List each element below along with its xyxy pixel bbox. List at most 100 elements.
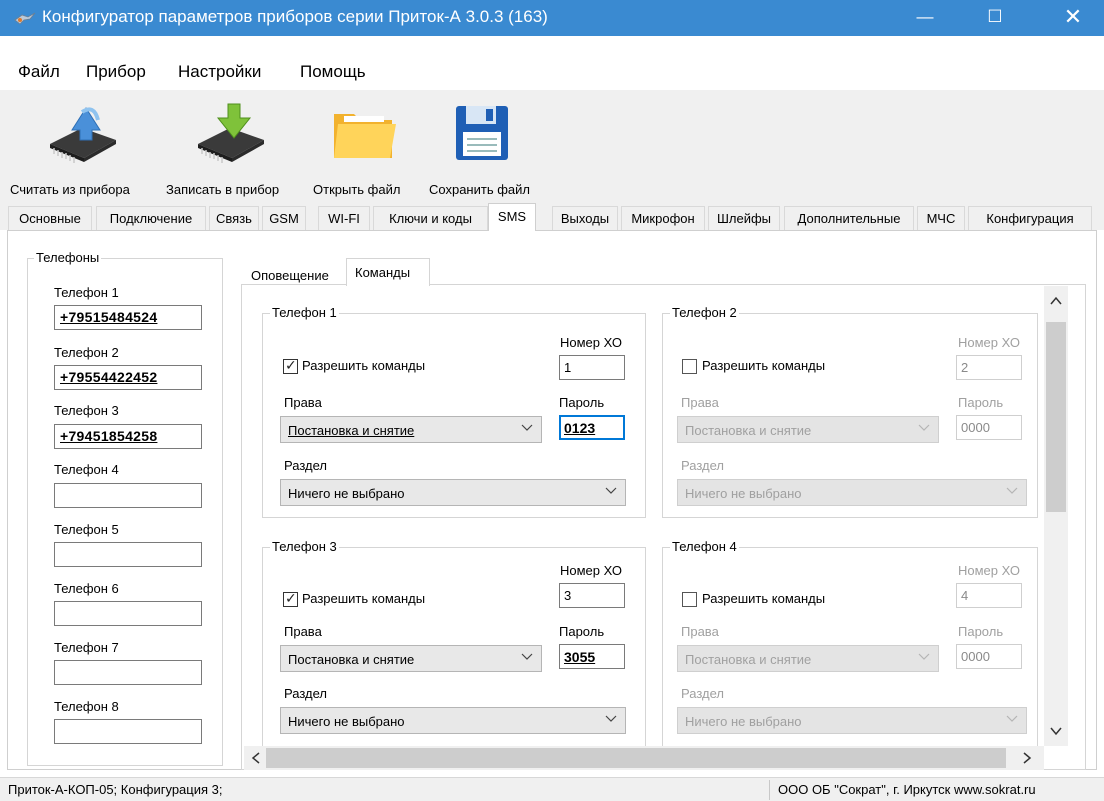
tab-configuration[interactable]: Конфигурация [968,206,1092,230]
section-select-4[interactable]: Ничего не выбрано [677,707,1027,734]
menu-bar [0,56,1104,90]
hx-number-input-2[interactable]: 2 [956,355,1022,380]
password-label-1: Пароль [559,395,605,410]
hx-label-1: Номер ХО [560,335,622,350]
allow-commands-label-1: Разрешить команды [302,358,426,373]
phone-2-input[interactable]: +79554422452 [54,365,202,390]
status-divider [769,780,770,800]
chevron-down-icon [521,424,533,431]
rights-label-3: Права [284,624,322,639]
scroll-left-icon[interactable] [249,751,263,765]
open-file-label: Открыть файл [313,182,401,197]
tab-gsm[interactable]: GSM [262,206,306,230]
tab-microphone[interactable]: Микрофон [621,206,705,230]
tab-additional[interactable]: Дополнительные [784,206,914,230]
rights-select-1[interactable]: Постановка и снятие [280,416,542,443]
close-button[interactable]: ✕ [1050,0,1096,36]
commands-phone-4-title: Телефон 4 [670,539,739,554]
read-from-device-button[interactable]: Считать из прибора [10,90,150,200]
phone-1-label: Телефон 1 [54,285,119,300]
phone-7-label: Телефон 7 [54,640,119,655]
phone-4-input[interactable] [54,483,202,508]
chevron-down-icon [918,653,930,660]
chevron-down-icon [918,424,930,431]
window-title: Конфигуратор параметров приборов серии П… [42,7,548,26]
tab-mchs[interactable]: МЧС [917,206,965,230]
phone-5-input[interactable] [54,542,202,567]
allow-commands-label-2: Разрешить команды [702,358,826,373]
section-value-3: Ничего не выбрано [288,714,405,729]
password-input-4[interactable]: 0000 [956,644,1022,669]
save-file-label: Сохранить файл [429,182,530,197]
save-file-button[interactable]: Сохранить файл [428,90,548,200]
phone-1-input[interactable]: +79515484524 [54,305,202,330]
password-input-2[interactable]: 0000 [956,415,1022,440]
rights-select-3[interactable]: Постановка и снятие [280,645,542,672]
phone-6-label: Телефон 6 [54,581,119,596]
tab-wifi[interactable]: WI-FI [318,206,370,230]
password-label-2: Пароль [958,395,1004,410]
hx-number-input-4[interactable]: 4 [956,583,1022,608]
tab-communication[interactable]: Связь [209,206,259,230]
phone-8-input[interactable] [54,719,202,744]
hx-number-input-1[interactable]: 1 [559,355,625,380]
section-value-4: Ничего не выбрано [685,714,802,729]
password-input-3[interactable]: 3055 [559,644,625,669]
minimize-button[interactable]: — [902,0,948,36]
subtab-commands[interactable]: Команды [355,265,410,280]
rights-select-2[interactable]: Постановка и снятие [677,416,939,443]
section-select-1[interactable]: Ничего не выбрано [280,479,626,506]
subtab-notifications[interactable]: Оповещение [251,268,329,283]
menu-settings[interactable]: Настройки [178,62,261,82]
scroll-right-icon[interactable] [1020,751,1034,765]
chevron-down-icon [1006,487,1018,494]
phone-2-label: Телефон 2 [54,345,119,360]
password-label-4: Пароль [958,624,1004,639]
allow-commands-checkbox-4[interactable] [682,592,697,607]
phone-4-label: Телефон 4 [54,462,119,477]
horizontal-scroll-thumb[interactable] [266,748,1006,768]
read-from-device-label: Считать из прибора [10,182,130,197]
horizontal-scrollbar[interactable] [244,746,1044,770]
vertical-scroll-thumb[interactable] [1046,322,1066,512]
tab-connection[interactable]: Подключение [96,206,206,230]
scroll-up-icon[interactable] [1049,294,1063,308]
phone-5-label: Телефон 5 [54,522,119,537]
hx-label-2: Номер ХО [958,335,1020,350]
open-file-button[interactable]: Открыть файл [310,90,420,200]
app-logo-icon [14,12,36,25]
allow-commands-checkbox-3[interactable] [283,590,298,607]
write-to-device-button[interactable]: Записать в прибор [158,90,298,200]
section-select-3[interactable]: Ничего не выбрано [280,707,626,734]
section-select-2[interactable]: Ничего не выбрано [677,479,1027,506]
folder-icon [334,114,396,158]
phone-6-input[interactable] [54,601,202,626]
rights-select-4[interactable]: Постановка и снятие [677,645,939,672]
scroll-down-icon[interactable] [1049,724,1063,738]
maximize-button[interactable]: ☐ [972,0,1018,36]
commands-phone-2-title: Телефон 2 [670,305,739,320]
password-input-1[interactable]: 0123 [559,415,625,440]
allow-commands-checkbox-1[interactable] [283,357,298,374]
chip-download-icon [198,103,264,163]
hx-number-input-3[interactable]: 3 [559,583,625,608]
tab-outputs[interactable]: Выходы [552,206,618,230]
phone-7-input[interactable] [54,660,202,685]
tab-main[interactable]: Основные [8,206,92,230]
write-to-device-label: Записать в прибор [166,182,280,197]
toolbar: Считать из прибора Записать в прибор Отк… [0,90,1104,200]
tab-loops[interactable]: Шлейфы [708,206,780,230]
chevron-down-icon [605,715,617,722]
vertical-scrollbar[interactable] [1044,286,1068,746]
rights-value-4: Постановка и снятие [685,652,812,667]
allow-commands-checkbox-2[interactable] [682,359,697,374]
tab-sms[interactable]: SMS [488,203,536,231]
tab-keys-codes[interactable]: Ключи и коды [373,206,488,230]
chip-upload-icon [50,107,116,163]
phone-3-input[interactable]: +79451854258 [54,424,202,449]
menu-file[interactable]: Файл [18,62,60,82]
commands-phone-1-title: Телефон 1 [270,305,339,320]
menu-help[interactable]: Помощь [300,62,366,82]
status-company-info: ООО ОБ "Сократ", г. Иркутск www.sokrat.r… [778,782,1036,797]
menu-device[interactable]: Прибор [86,62,146,82]
